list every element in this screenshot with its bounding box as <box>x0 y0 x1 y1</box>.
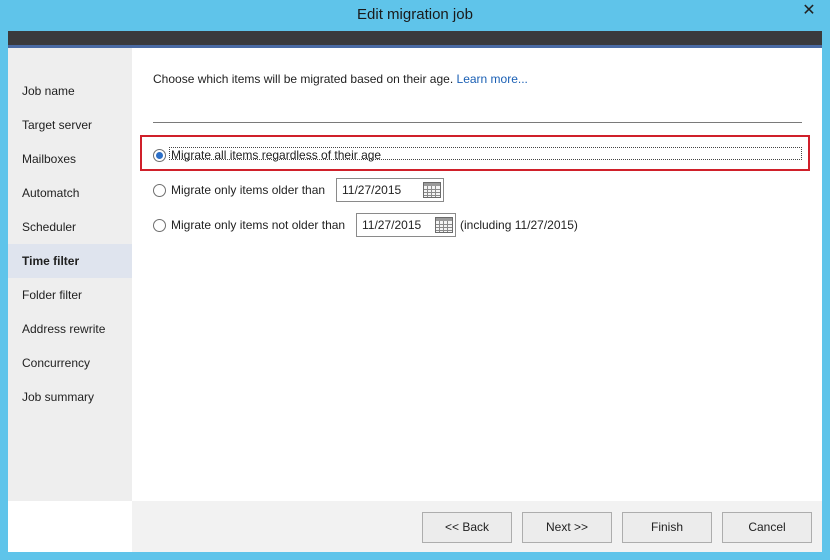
sidebar-item-address-rewrite[interactable]: Address rewrite <box>8 312 132 346</box>
focus-rectangle <box>169 147 802 160</box>
option-not-older-than-label: Migrate only items not older than <box>171 218 346 232</box>
learn-more-link[interactable]: Learn more... <box>457 72 528 86</box>
close-button[interactable]: ✕ <box>796 1 822 21</box>
sidebar-item-job-summary[interactable]: Job summary <box>8 380 132 414</box>
radio-not-older-than[interactable] <box>153 218 166 232</box>
close-icon: ✕ <box>802 2 816 19</box>
option-not-older-than[interactable]: Migrate only items not older than <box>153 215 345 235</box>
sidebar-item-folder-filter[interactable]: Folder filter <box>8 278 132 312</box>
header-band <box>8 31 822 45</box>
older-than-date-picker[interactable]: 11/27/2015 <box>336 178 444 202</box>
cancel-button[interactable]: Cancel <box>722 512 812 543</box>
sidebar-item-mailboxes[interactable]: Mailboxes <box>8 142 132 176</box>
including-date-note: (including 11/27/2015) <box>460 218 578 232</box>
sidebar-item-target-server[interactable]: Target server <box>8 108 132 142</box>
sidebar-item-time-filter[interactable]: Time filter <box>8 244 132 278</box>
not-older-than-date-value[interactable]: 11/27/2015 <box>357 218 433 232</box>
sidebar-item-concurrency[interactable]: Concurrency <box>8 346 132 380</box>
time-filter-panel: Choose which items will be migrated base… <box>132 48 822 501</box>
radio-older-than[interactable] <box>153 183 166 197</box>
title-bar[interactable]: Edit migration job ✕ <box>0 0 830 31</box>
dialog-client: Job name Target server Mailboxes Automat… <box>8 31 822 552</box>
divider <box>153 122 802 123</box>
dialog-window: Edit migration job ✕ Job name Target ser… <box>0 0 830 560</box>
sidebar-item-automatch[interactable]: Automatch <box>8 176 132 210</box>
wizard-sidebar: Job name Target server Mailboxes Automat… <box>8 48 132 501</box>
intro-text: Choose which items will be migrated base… <box>153 72 528 86</box>
sidebar-item-scheduler[interactable]: Scheduler <box>8 210 132 244</box>
next-button[interactable]: Next >> <box>522 512 612 543</box>
option-older-than[interactable]: Migrate only items older than <box>153 180 325 200</box>
radio-all-items[interactable] <box>153 148 166 162</box>
button-bar: << Back Next >> Finish Cancel <box>132 501 822 552</box>
calendar-icon[interactable] <box>433 215 455 235</box>
intro-label: Choose which items will be migrated base… <box>153 72 454 86</box>
older-than-date-value[interactable]: 11/27/2015 <box>337 183 421 197</box>
sidebar-item-job-name[interactable]: Job name <box>8 74 132 108</box>
option-older-than-label: Migrate only items older than <box>171 183 326 197</box>
back-button[interactable]: << Back <box>422 512 512 543</box>
not-older-than-date-picker[interactable]: 11/27/2015 <box>356 213 456 237</box>
finish-button[interactable]: Finish <box>622 512 712 543</box>
window-title: Edit migration job <box>357 6 473 23</box>
calendar-icon[interactable] <box>421 180 443 200</box>
